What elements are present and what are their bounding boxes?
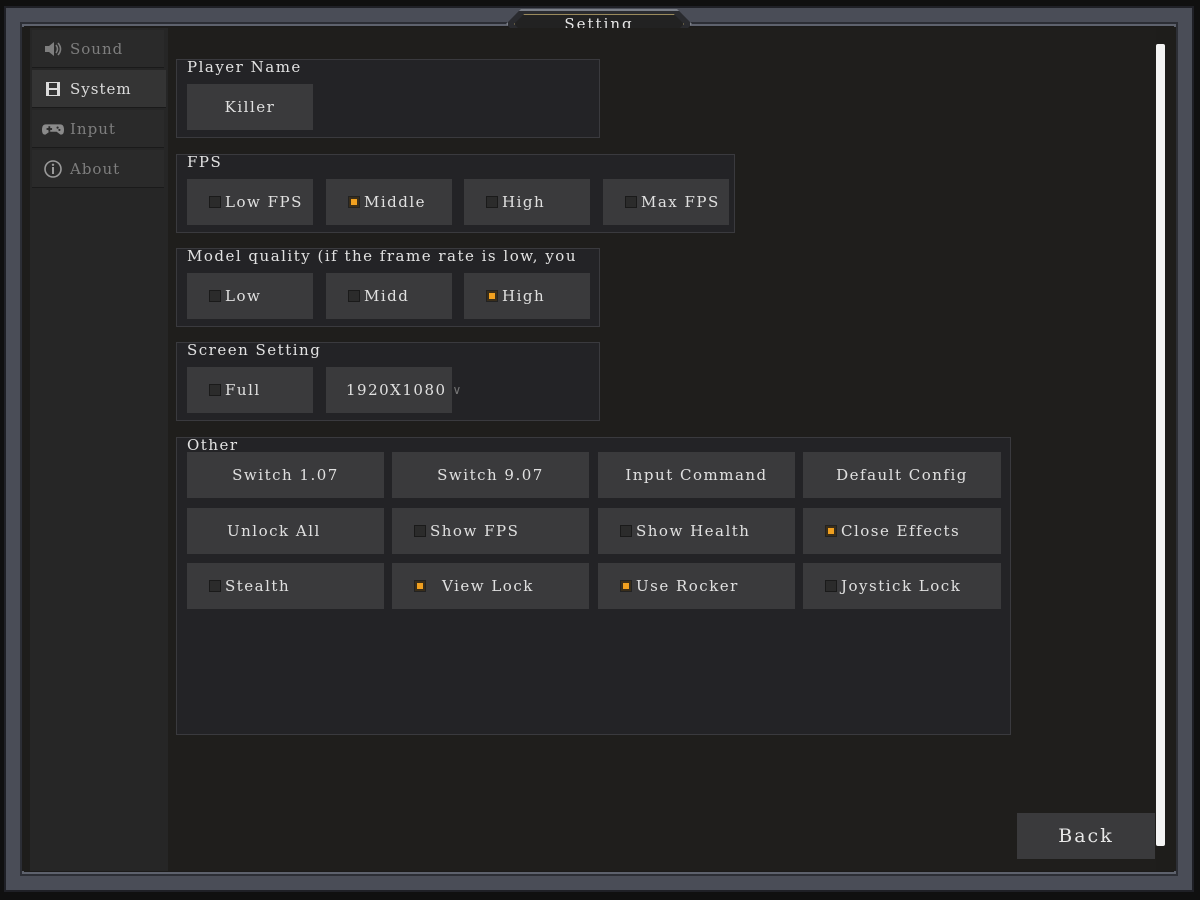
sidebar-item-label: About xyxy=(70,159,121,178)
input-command-button[interactable]: Input Command xyxy=(598,452,795,498)
option-label: Joystick Lock xyxy=(841,577,962,595)
fps-high-option[interactable]: High xyxy=(464,179,590,225)
option-label: Middle xyxy=(364,193,427,211)
sidebar-item-about[interactable]: About xyxy=(32,150,164,188)
screen-setting-label: Screen Setting xyxy=(187,341,322,359)
checkbox xyxy=(209,384,221,396)
sidebar-item-label: Sound xyxy=(70,39,124,58)
sidebar-item-input[interactable]: Input xyxy=(32,110,164,148)
option-label: Max FPS xyxy=(641,193,720,211)
sidebar-item-system[interactable]: System xyxy=(32,70,172,108)
quality-high-option[interactable]: High xyxy=(464,273,590,319)
option-label: View Lock xyxy=(442,577,534,595)
back-button[interactable]: Back xyxy=(1017,813,1155,859)
resolution-dropdown[interactable]: 1920X1080 ∨ xyxy=(326,367,461,413)
checkbox xyxy=(414,525,426,537)
checkbox xyxy=(620,580,632,592)
model-quality-group: Model quality (if the frame rate is low,… xyxy=(176,247,600,327)
joystick-lock-toggle[interactable]: Joystick Lock xyxy=(803,563,1001,609)
chevron-down-icon: ∨ xyxy=(452,383,463,397)
option-label: Show Health xyxy=(636,522,751,540)
scrollbar[interactable] xyxy=(1156,44,1165,846)
fps-group: FPS Low FPS Middle High Max FPS xyxy=(176,153,735,233)
speaker-icon xyxy=(42,40,64,58)
option-label: Stealth xyxy=(225,577,291,595)
unlock-all-button[interactable]: Unlock All xyxy=(187,508,384,554)
switch-907-button[interactable]: Switch 9.07 xyxy=(392,452,589,498)
checkbox xyxy=(348,290,360,302)
checkbox xyxy=(625,196,637,208)
gamepad-icon xyxy=(42,120,64,138)
checkbox xyxy=(620,525,632,537)
close-effects-toggle[interactable]: Close Effects xyxy=(803,508,1001,554)
other-group: Other Switch 1.07 Switch 9.07 Input Comm… xyxy=(176,436,1011,735)
show-fps-toggle[interactable]: Show FPS xyxy=(392,508,589,554)
player-name-group: Player Name Killer xyxy=(176,58,600,138)
checkbox xyxy=(825,580,837,592)
option-label: High xyxy=(502,287,546,305)
checkbox xyxy=(209,196,221,208)
fullscreen-option[interactable]: Full xyxy=(187,367,313,413)
checkbox xyxy=(825,525,837,537)
use-rocker-toggle[interactable]: Use Rocker xyxy=(598,563,795,609)
info-icon xyxy=(42,159,64,178)
option-label: Show FPS xyxy=(430,522,520,540)
checkbox xyxy=(209,580,221,592)
fps-max-option[interactable]: Max FPS xyxy=(603,179,729,225)
show-health-toggle[interactable]: Show Health xyxy=(598,508,795,554)
checkbox xyxy=(209,290,221,302)
view-lock-toggle[interactable]: View Lock xyxy=(392,563,589,609)
switch-107-button[interactable]: Switch 1.07 xyxy=(187,452,384,498)
option-label: Low FPS xyxy=(225,193,303,211)
fps-label: FPS xyxy=(187,153,223,171)
sidebar-item-sound[interactable]: Sound xyxy=(32,30,164,68)
option-label: Full xyxy=(225,381,261,399)
sidebar-item-label: Input xyxy=(70,119,116,138)
default-config-button[interactable]: Default Config xyxy=(803,452,1001,498)
option-label: Close Effects xyxy=(841,522,961,540)
option-label: Use Rocker xyxy=(636,577,739,595)
settings-panel: Player Name Killer FPS Low FPS Middle Hi… xyxy=(168,28,1156,871)
resolution-value: 1920X1080 xyxy=(346,381,447,399)
checkbox xyxy=(486,196,498,208)
option-label: Midd xyxy=(364,287,410,305)
fps-middle-option[interactable]: Middle xyxy=(326,179,452,225)
stealth-toggle[interactable]: Stealth xyxy=(187,563,384,609)
player-name-label: Player Name xyxy=(187,58,302,76)
player-name-field[interactable]: Killer xyxy=(187,84,313,130)
quality-mid-option[interactable]: Midd xyxy=(326,273,452,319)
quality-low-option[interactable]: Low xyxy=(187,273,313,319)
screen-setting-group: Screen Setting Full 1920X1080 ∨ xyxy=(176,341,600,421)
fps-low-option[interactable]: Low FPS xyxy=(187,179,313,225)
floppy-disk-icon xyxy=(42,80,64,98)
option-label: High xyxy=(502,193,546,211)
checkbox xyxy=(486,290,498,302)
sidebar: Sound System Input About xyxy=(30,28,172,871)
sidebar-item-label: System xyxy=(70,79,132,98)
checkbox xyxy=(414,580,426,592)
checkbox xyxy=(348,196,360,208)
model-quality-label: Model quality (if the frame rate is low,… xyxy=(187,247,577,265)
option-label: Low xyxy=(225,287,262,305)
